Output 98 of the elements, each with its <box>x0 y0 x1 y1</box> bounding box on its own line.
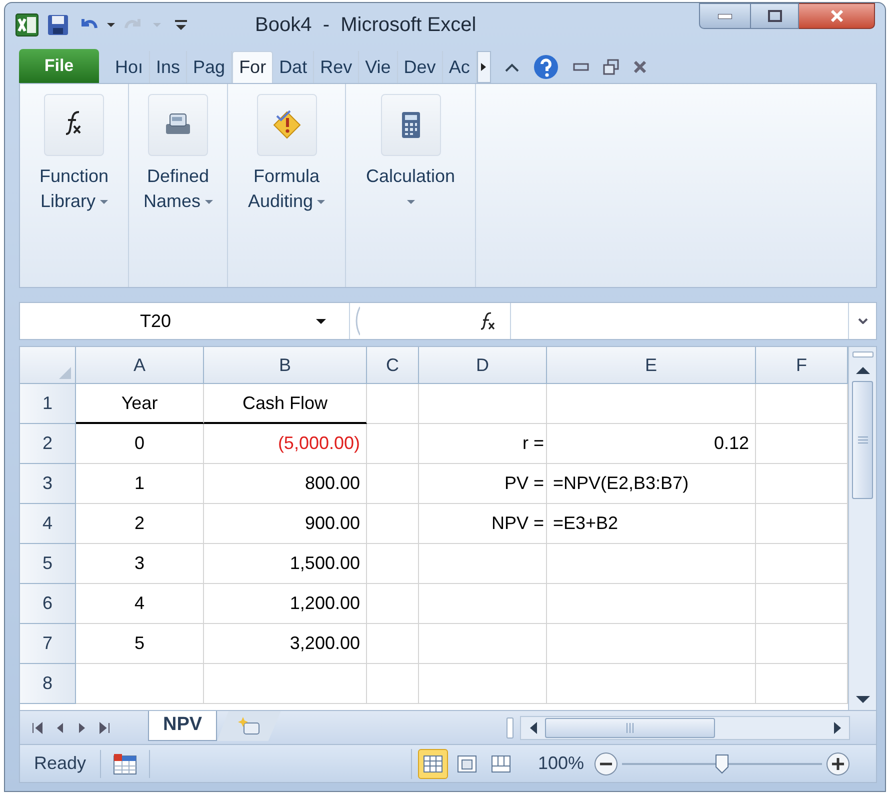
macro-recording-button[interactable] <box>113 752 138 774</box>
ribbon-group-button[interactable]: Formula Auditing <box>248 94 326 214</box>
table-cell: 3,200.00 <box>204 624 367 664</box>
table-cell: NPV = <box>419 504 547 544</box>
table-cell: PV = <box>419 464 547 504</box>
zoom-level-text[interactable]: 100% <box>538 750 584 777</box>
help-icon[interactable] <box>532 54 559 80</box>
scroll-tabs-button[interactable] <box>476 51 491 83</box>
caret-icon <box>316 319 326 324</box>
table-cell: 4 <box>76 584 204 624</box>
column-header[interactable]: B <box>204 347 367 383</box>
table-cell <box>367 544 419 584</box>
restore-icon[interactable] <box>602 59 619 75</box>
table-cell: 800.00 <box>204 464 367 504</box>
status-text: Ready <box>20 750 102 778</box>
split-handle-icon[interactable] <box>850 351 876 359</box>
table-cell: 1 <box>76 464 204 504</box>
row-header[interactable]: 7 <box>20 624 76 664</box>
caret-icon <box>100 200 108 204</box>
row-header[interactable]: 2 <box>20 424 76 464</box>
triangle-left-icon <box>530 722 536 734</box>
table-cell: =E3+B2 <box>547 504 756 544</box>
row-header[interactable]: 8 <box>20 664 76 704</box>
caret-icon <box>204 200 212 204</box>
table-cell: Cash Flow <box>204 384 367 424</box>
row-header[interactable]: 1 <box>20 384 76 424</box>
view-button[interactable] <box>418 748 448 778</box>
column-header[interactable]: A <box>76 347 204 383</box>
table-cell: (5,000.00) <box>204 424 367 464</box>
ribbon-group-button[interactable]: Function Library <box>39 94 109 214</box>
caret-icon <box>406 200 414 204</box>
table-cell: 900.00 <box>204 504 367 544</box>
divider-curve-icon <box>354 306 360 336</box>
save-icon[interactable] <box>47 14 69 36</box>
table-cell: 0.12 <box>547 424 756 464</box>
row-header[interactable]: 6 <box>20 584 76 624</box>
ribbon-tab[interactable]: For <box>232 51 274 83</box>
window-title: Book4 - Microsoft Excel <box>255 13 476 38</box>
scroll-thumb[interactable] <box>852 381 873 499</box>
row-header[interactable]: 3 <box>20 464 76 504</box>
file-tab[interactable]: File <box>19 49 99 83</box>
column-header[interactable]: C <box>367 347 419 383</box>
scroll-thumb[interactable] <box>545 718 715 738</box>
minus-icon <box>594 752 618 776</box>
table-cell: 0 <box>76 424 204 464</box>
caret-icon[interactable] <box>107 23 115 27</box>
grip-icon <box>858 436 868 444</box>
first-sheet-icon[interactable] <box>32 722 44 734</box>
grip-icon <box>626 722 634 732</box>
table-cell <box>367 424 419 464</box>
table-cell <box>367 664 419 704</box>
table-cell <box>367 504 419 544</box>
row-header[interactable]: 5 <box>20 544 76 584</box>
ribbon-group-button[interactable]: Defined Names <box>143 94 212 214</box>
minimize-button[interactable] <box>699 3 751 29</box>
spreadsheet-logo-icon[interactable] <box>15 13 39 37</box>
minimize-icon[interactable] <box>572 63 589 71</box>
triangle-right-icon <box>834 722 840 734</box>
column-header[interactable]: D <box>419 347 547 383</box>
close-button[interactable] <box>799 3 875 29</box>
insert-sheet-tab[interactable] <box>217 711 282 741</box>
table-cell: =NPV(E2,B3:B7) <box>547 464 756 504</box>
minimize-icon <box>718 14 732 18</box>
plus-icon <box>826 752 850 776</box>
table-cell: r = <box>419 424 547 464</box>
table-cell: 5 <box>76 624 204 664</box>
maximize-icon <box>768 10 782 22</box>
table-cell: Year <box>76 384 204 424</box>
caret-icon <box>317 200 326 204</box>
maximize-button[interactable] <box>751 3 799 29</box>
table-cell: 3 <box>76 544 204 584</box>
table-cell: 1,500.00 <box>204 544 367 584</box>
play-icon <box>481 63 486 71</box>
column-header[interactable]: E <box>547 347 756 383</box>
horizontal-scrollbar[interactable] <box>520 716 850 740</box>
sheet-icon <box>113 752 138 774</box>
table-cell <box>367 624 419 664</box>
sheet-tab[interactable]: NPV <box>148 711 218 741</box>
close-icon <box>830 10 844 22</box>
customize-toolbar-icon[interactable] <box>175 18 187 32</box>
close-icon[interactable] <box>632 61 647 73</box>
zoom-in-button[interactable] <box>826 752 850 776</box>
table-cell <box>367 384 419 424</box>
table-cell: 1,200.00 <box>204 584 367 624</box>
triangle-down-icon <box>856 696 870 702</box>
chevron-down-icon <box>858 318 868 324</box>
new-sheet-icon <box>237 716 262 736</box>
last-sheet-icon[interactable] <box>98 722 110 734</box>
ribbon-group-button[interactable]: Calculation <box>366 94 456 214</box>
triangle-up-icon <box>856 366 870 374</box>
table-cell <box>367 464 419 504</box>
zoom-out-button[interactable] <box>594 752 618 776</box>
split-handle-icon[interactable] <box>506 716 514 738</box>
table-cell <box>367 584 419 624</box>
row-header[interactable]: 4 <box>20 504 76 544</box>
table-cell: 2 <box>76 504 204 544</box>
zoom-slider-thumb[interactable] <box>715 754 729 774</box>
collapse-ribbon-icon[interactable] <box>504 62 519 72</box>
